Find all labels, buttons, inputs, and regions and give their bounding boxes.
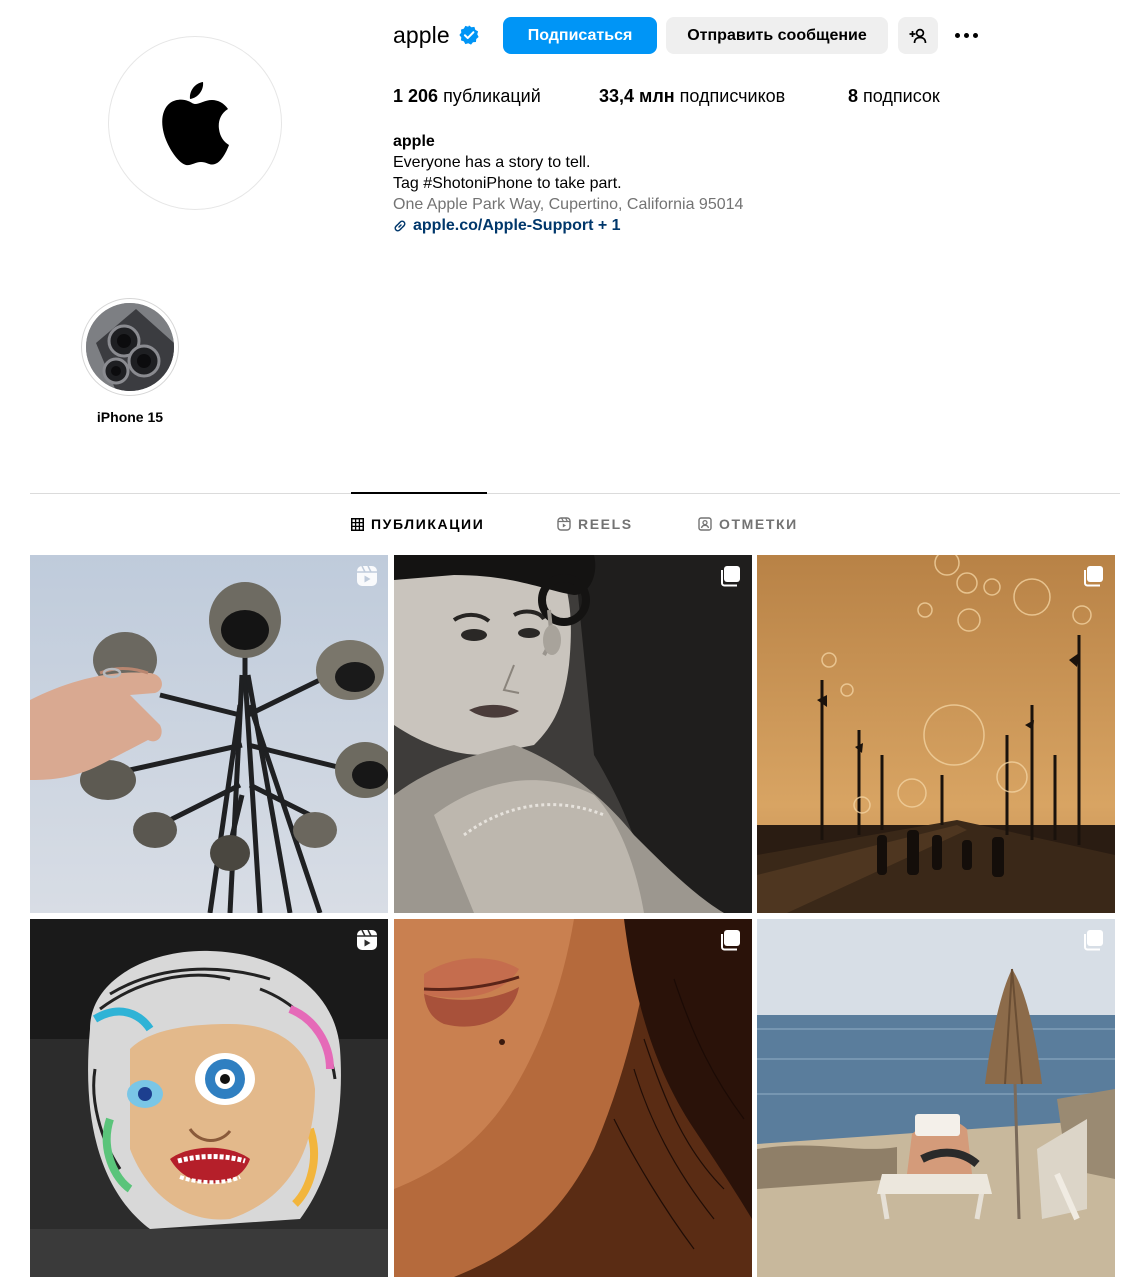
- verified-badge-icon: [459, 25, 479, 45]
- highlight-label: iPhone 15: [96, 409, 164, 425]
- bio-line: Everyone has a story to tell.: [393, 154, 591, 171]
- add-user-icon: [909, 28, 927, 43]
- reel-icon: [357, 565, 377, 586]
- bio-address: One Apple Park Way, Cupertino, Californi…: [393, 196, 744, 213]
- following-stat[interactable]: 8 подписок: [848, 86, 940, 107]
- post-image: [394, 555, 752, 913]
- post-image: [757, 555, 1115, 913]
- post-tile[interactable]: [757, 919, 1115, 1277]
- tab-reels-label: REELS: [578, 516, 633, 532]
- posts-stat: 1 206 публикаций: [393, 86, 541, 106]
- post-image: [394, 919, 752, 1277]
- tab-tagged-label: ОТМЕТКИ: [719, 516, 798, 532]
- apple-logo-icon: [162, 82, 229, 166]
- followers-stat[interactable]: 33,4 млн подписчиков: [599, 86, 785, 107]
- profile-avatar[interactable]: [108, 36, 282, 210]
- reel-icon: [357, 929, 377, 950]
- reels-icon: [557, 517, 571, 531]
- post-image: [30, 555, 388, 913]
- tab-reels[interactable]: REELS: [557, 516, 633, 532]
- post-tile[interactable]: [757, 555, 1115, 913]
- bio-link-text: apple.co/Apple-Support + 1: [413, 217, 621, 234]
- carousel-icon: [721, 566, 740, 587]
- link-icon: [394, 220, 406, 231]
- tab-posts-label: ПУБЛИКАЦИИ: [371, 516, 485, 532]
- tab-posts[interactable]: ПУБЛИКАЦИИ: [351, 516, 484, 532]
- post-tile[interactable]: [30, 919, 388, 1277]
- active-tab-indicator: [351, 492, 487, 494]
- bio-line: Tag #ShotoniPhone to take part.: [393, 175, 622, 192]
- story-highlight[interactable]: iPhone 15: [80, 298, 180, 425]
- highlight-cover: [86, 303, 174, 391]
- carousel-icon: [1084, 930, 1103, 951]
- carousel-icon: [721, 930, 740, 951]
- follow-button[interactable]: Подписаться: [503, 17, 657, 54]
- profile-username: apple: [393, 21, 450, 48]
- tab-tagged[interactable]: ОТМЕТКИ: [698, 516, 798, 532]
- post-image: [757, 919, 1115, 1277]
- post-tile[interactable]: [30, 555, 388, 913]
- bio-link[interactable]: apple.co/Apple-Support + 1: [393, 215, 743, 236]
- bio-name: apple: [393, 133, 435, 150]
- post-tile[interactable]: [394, 919, 752, 1277]
- more-options-icon[interactable]: [950, 22, 982, 48]
- grid-icon: [351, 517, 364, 531]
- tabs-divider: [30, 493, 1120, 494]
- carousel-icon: [1084, 566, 1103, 587]
- username-row: apple: [393, 16, 480, 54]
- post-image: [30, 919, 388, 1277]
- highlight-ring: [81, 298, 179, 396]
- profile-bio: apple Everyone has a story to tell. Tag …: [393, 131, 743, 236]
- post-tile[interactable]: [394, 555, 752, 913]
- tagged-icon: [698, 517, 712, 531]
- send-message-button[interactable]: Отправить сообщение: [666, 17, 888, 54]
- suggest-accounts-button[interactable]: [898, 17, 938, 54]
